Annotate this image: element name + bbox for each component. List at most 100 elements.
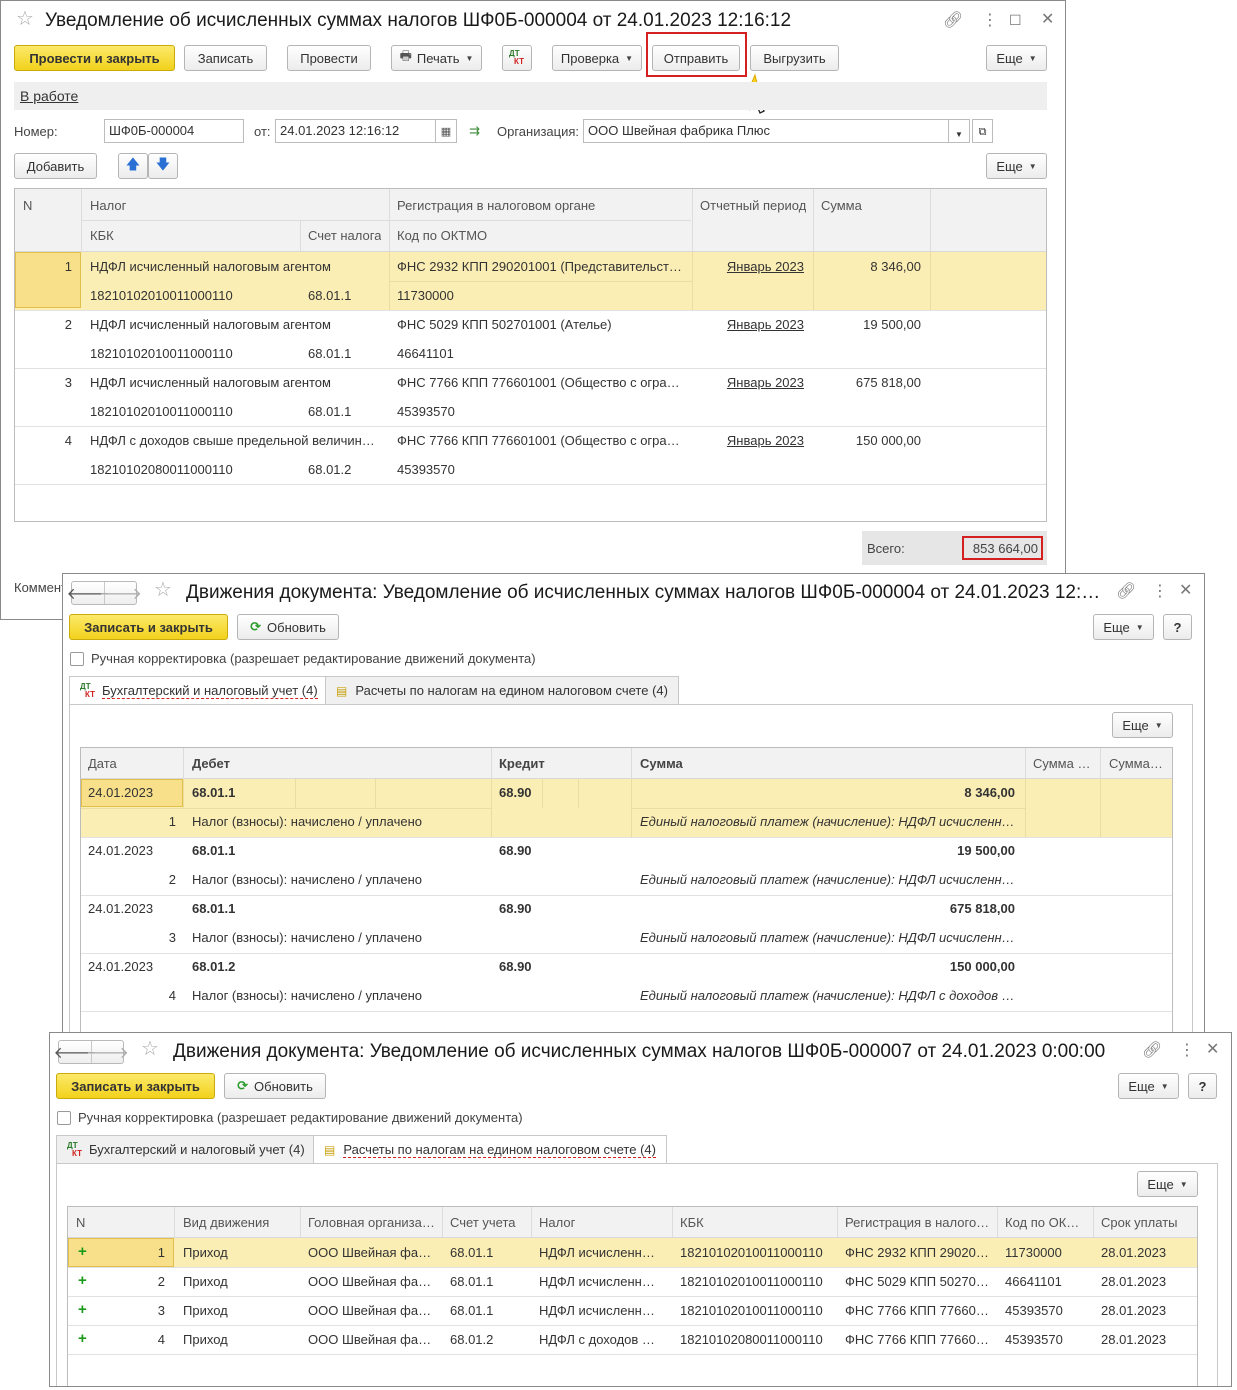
export-button[interactable]: Выгрузить <box>750 45 839 71</box>
post-and-close-button[interactable]: Провести и закрыть <box>14 45 175 71</box>
close-icon[interactable]: ✕ <box>1179 583 1192 599</box>
header-period[interactable]: Отчетный период <box>700 198 806 213</box>
column-divider <box>542 779 543 808</box>
header-kbk[interactable]: КБК <box>680 1215 704 1230</box>
post-button[interactable]: Провести <box>287 45 371 71</box>
move-up-button[interactable]: 🡅 <box>118 153 148 179</box>
header-credit[interactable]: Кредит <box>499 756 545 771</box>
header-registration[interactable]: Регистрация в налоговом органе <box>397 198 595 213</box>
send-button[interactable]: Отправить <box>652 45 740 71</box>
header-oktmo[interactable]: Код по ОК… <box>1005 1215 1079 1230</box>
more-vert-icon[interactable]: ⋮ <box>1179 1043 1195 1059</box>
tab-single-tax-account[interactable]: ▤ Расчеты по налогам на едином налоговом… <box>325 676 679 704</box>
star-icon[interactable]: ☆ <box>141 1039 159 1059</box>
date-field[interactable]: 24.01.2023 12:16:12 <box>275 119 436 143</box>
number-label: Номер: <box>14 124 58 139</box>
refresh-icon: ⟳ <box>237 1078 249 1093</box>
header-tax[interactable]: Налог <box>90 198 126 213</box>
table-row[interactable]: + 4 Приход ООО Швейная фа… 68.01.2 НДФЛ … <box>68 1325 1197 1354</box>
table-row[interactable]: + 1 Приход ООО Швейная фа… 68.01.1 НДФЛ … <box>68 1238 1197 1267</box>
tab-accounting[interactable]: ДТ КТ Бухгалтерский и налоговый учет (4) <box>69 676 329 705</box>
organization-field[interactable]: ООО Швейная фабрика Плюс <box>583 119 949 143</box>
header-kind[interactable]: Вид движения <box>183 1215 269 1230</box>
table-row[interactable]: 24.01.2023 68.01.1 68.90 19 500,00 2 Нал… <box>81 837 1172 895</box>
refresh-button[interactable]: ⟳ Обновить <box>237 614 339 640</box>
save-button[interactable]: Записать <box>184 45 267 71</box>
header-oktmo[interactable]: Код по ОКТМО <box>397 228 487 243</box>
header-due-date[interactable]: Срок уплаты <box>1101 1215 1178 1230</box>
print-button[interactable]: 🖶︎ Печать ▼ <box>391 45 482 71</box>
header-account[interactable]: Счет учета <box>450 1215 516 1230</box>
table-row[interactable]: + 2 Приход ООО Швейная фа… 68.01.1 НДФЛ … <box>68 1267 1197 1296</box>
refresh-button[interactable]: ⟳ Обновить <box>224 1073 326 1099</box>
header-tax[interactable]: Налог <box>539 1215 575 1230</box>
header-sum[interactable]: Сумма <box>821 198 862 213</box>
organization-dropdown[interactable]: ▼ <box>948 119 970 143</box>
check-button[interactable]: Проверка ▼ <box>552 45 642 71</box>
manual-correction-checkbox[interactable] <box>70 652 84 666</box>
link-icon[interactable]: 🔗︎ <box>1116 584 1136 600</box>
move-down-button[interactable]: 🡇 <box>148 153 178 179</box>
header-n[interactable]: N <box>76 1215 85 1230</box>
cell-period[interactable]: Январь 2023 <box>695 317 804 332</box>
cell-n: 2 <box>157 1274 165 1289</box>
header-sum-3[interactable]: Сумма… <box>1109 756 1169 771</box>
header-account[interactable]: Счет налога <box>308 228 381 243</box>
link-icon[interactable]: 🔗︎ <box>1142 1043 1162 1059</box>
star-icon[interactable]: ☆ <box>16 9 34 29</box>
cell-kind: Приход <box>183 1332 228 1347</box>
cell-period[interactable]: Январь 2023 <box>695 433 804 448</box>
save-and-close-button[interactable]: Записать и закрыть <box>56 1073 215 1099</box>
tab-single-tax-account[interactable]: ▤ Расчеты по налогам на едином налоговом… <box>313 1135 667 1164</box>
column-divider <box>375 779 376 808</box>
cell-account: 68.01.2 <box>450 1332 494 1347</box>
table-row[interactable]: 24.01.2023 68.01.1 68.90 675 818,00 3 На… <box>81 895 1172 953</box>
save-and-close-button[interactable]: Записать и закрыть <box>69 614 228 640</box>
organization-open-button[interactable]: ⧉ <box>972 119 993 143</box>
more-button[interactable]: Еще ▼ <box>986 45 1047 71</box>
panel-more-button[interactable]: Еще ▼ <box>1137 1171 1198 1197</box>
header-n[interactable]: N <box>23 198 32 213</box>
cell-account: 68.01.1 <box>308 346 352 361</box>
header-sum[interactable]: Сумма <box>640 756 683 771</box>
calendar-button[interactable]: ▦ <box>435 119 457 143</box>
chevron-down-icon: ▼ <box>955 130 963 139</box>
dt-kt-button[interactable]: ДТ КТ <box>502 45 532 71</box>
manual-correction-checkbox[interactable] <box>57 1111 71 1125</box>
number-field[interactable]: ШФ0Б-000004 <box>104 119 244 143</box>
close-icon[interactable]: ✕ <box>1206 1042 1219 1058</box>
table-more-button[interactable]: Еще ▼ <box>986 153 1047 179</box>
more-button[interactable]: Еще ▼ <box>1118 1073 1179 1099</box>
add-row-button[interactable]: Добавить <box>14 153 97 179</box>
table-row[interactable]: 24.01.2023 68.01.2 68.90 150 000,00 4 На… <box>81 953 1172 1011</box>
header-organization[interactable]: Головная организа… <box>308 1215 435 1230</box>
header-kbk[interactable]: КБК <box>90 228 114 243</box>
more-vert-icon[interactable]: ⋮ <box>1152 584 1168 600</box>
cell-period[interactable]: Январь 2023 <box>695 259 804 274</box>
status-link[interactable]: В работе <box>20 88 78 104</box>
history-icon[interactable]: ⇉ <box>469 123 480 139</box>
header-sum-2[interactable]: Сумма … <box>1033 756 1093 771</box>
panel-more-button[interactable]: Еще ▼ <box>1112 712 1173 738</box>
header-debit[interactable]: Дебет <box>192 756 230 771</box>
table-row[interactable]: 1 НДФЛ исчисленный налоговым агентом ФНС… <box>15 252 1046 310</box>
forward-icon[interactable]: 🡒 <box>86 1041 129 1063</box>
close-icon[interactable]: ✕ <box>1041 12 1054 28</box>
help-button[interactable]: ? <box>1163 614 1192 640</box>
table-row[interactable]: 24.01.2023 68.01.1 68.90 8 346,00 1 Нало… <box>81 779 1172 837</box>
star-icon[interactable]: ☆ <box>154 580 172 600</box>
table-row[interactable]: 4 НДФЛ с доходов свыше предельной величи… <box>15 426 1046 484</box>
more-vert-icon[interactable]: ⋮ <box>982 13 998 29</box>
header-registration[interactable]: Регистрация в налого… <box>845 1215 989 1230</box>
cell-period[interactable]: Январь 2023 <box>695 375 804 390</box>
tab-accounting[interactable]: ДТ КТ Бухгалтерский и налоговый учет (4) <box>56 1135 316 1163</box>
maximize-icon[interactable]: ☐ <box>1009 12 1022 28</box>
forward-icon[interactable]: 🡒 <box>99 582 142 604</box>
help-button[interactable]: ? <box>1188 1073 1217 1099</box>
table-row[interactable]: + 3 Приход ООО Швейная фа… 68.01.1 НДФЛ … <box>68 1296 1197 1325</box>
table-row[interactable]: 2 НДФЛ исчисленный налоговым агентом ФНС… <box>15 310 1046 368</box>
header-date[interactable]: Дата <box>88 756 117 771</box>
link-icon[interactable]: 🔗︎ <box>943 13 963 29</box>
table-row[interactable]: 3 НДФЛ исчисленный налоговым агентом ФНС… <box>15 368 1046 426</box>
more-button[interactable]: Еще ▼ <box>1093 614 1154 640</box>
